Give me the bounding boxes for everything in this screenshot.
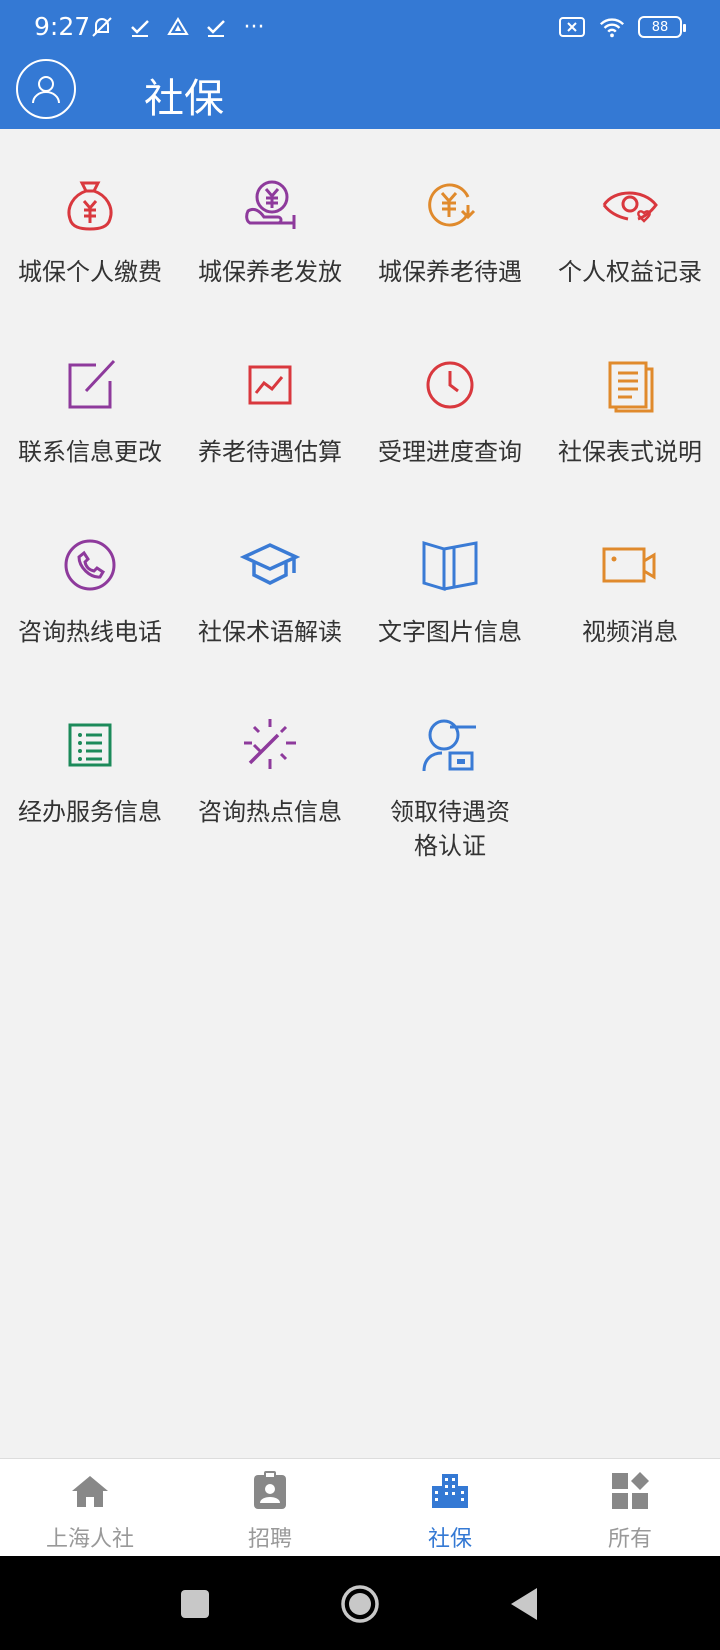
nav-label: 上海人社 [45, 1527, 134, 1552]
nav-item-recruitment[interactable]: 招聘 [180, 1459, 360, 1557]
user-id-icon [420, 715, 480, 775]
system-navigation-bar [0, 1556, 720, 1650]
tile-text-image-info[interactable]: 文字图片信息 [360, 510, 540, 680]
tile-terminology[interactable]: 社保术语解读 [180, 510, 360, 680]
tile-pension-estimate[interactable]: 养老待遇估算 [180, 330, 360, 500]
tile-rights-record[interactable]: 个人权益记录 [540, 150, 720, 320]
graduation-cap-icon [240, 535, 300, 595]
more-icon: ··· [243, 14, 265, 40]
apps-icon [610, 1471, 650, 1511]
status-bar: 9:27 ··· 88 [0, 0, 720, 54]
wifi-icon [598, 13, 626, 41]
check-icon [202, 13, 230, 41]
back-triangle-icon [511, 1588, 537, 1620]
clock-icon [420, 355, 480, 415]
list-icon [60, 715, 120, 775]
profile-avatar-button[interactable] [16, 59, 76, 119]
tile-label: 社保术语解读 [198, 618, 342, 646]
home-icon [70, 1471, 110, 1511]
tile-label: 联系信息更改 [18, 438, 162, 466]
phone-icon [60, 535, 120, 595]
tile-label: 城保养老待遇 [378, 258, 522, 286]
bottom-navigation: 上海人社 招聘 社保 所有 [0, 1458, 720, 1556]
tile-contact-update[interactable]: 联系信息更改 [0, 330, 180, 500]
document-icon [600, 355, 660, 415]
drive-icon [164, 13, 192, 41]
circle-icon [341, 1585, 379, 1623]
tile-label: 受理进度查询 [378, 438, 522, 466]
tile-label: 文字图片信息 [378, 618, 522, 646]
magic-wand-icon [240, 715, 300, 775]
user-icon [32, 76, 60, 104]
tile-label: 城保养老发放 [198, 258, 342, 286]
tile-pension-distribution[interactable]: 城保养老发放 [180, 150, 360, 320]
tile-progress-query[interactable]: 受理进度查询 [360, 330, 540, 500]
tile-hot-topics[interactable]: 咨询热点信息 [180, 690, 360, 860]
tile-qualification-certification[interactable]: 领取待遇资格认证 [360, 690, 540, 890]
check-icon [126, 13, 154, 41]
tile-label: 个人权益记录 [558, 258, 702, 286]
chart-icon [240, 355, 300, 415]
tile-label: 城保个人缴费 [18, 258, 162, 286]
hand-yuan-icon [240, 175, 300, 235]
nav-label: 招聘 [247, 1527, 292, 1552]
tile-personal-payment[interactable]: 城保个人缴费 [0, 150, 180, 320]
nav-label: 社保 [427, 1527, 472, 1552]
nav-item-all[interactable]: 所有 [540, 1459, 720, 1557]
tile-label: 领取待遇资格认证 [390, 798, 510, 860]
book-icon [420, 535, 480, 595]
nav-item-social-security[interactable]: 社保 [360, 1459, 540, 1557]
video-camera-icon [600, 535, 660, 595]
battery-indicator: 88 [638, 16, 686, 38]
tile-label: 咨询热线电话 [18, 618, 162, 646]
tile-form-description[interactable]: 社保表式说明 [540, 330, 720, 500]
recent-apps-button[interactable] [173, 1582, 217, 1626]
tile-label: 视频消息 [582, 618, 678, 646]
tile-label: 社保表式说明 [558, 438, 702, 466]
back-button[interactable] [502, 1582, 546, 1626]
page-title: 社保 [144, 76, 224, 122]
sim-off-icon [558, 13, 586, 41]
badge-icon [250, 1471, 290, 1511]
tile-pension-benefits[interactable]: 城保养老待遇 [360, 150, 540, 320]
tile-label: 经办服务信息 [18, 798, 162, 826]
status-time: 9:27 [34, 12, 91, 41]
eye-heart-icon [600, 175, 660, 235]
app-header: 9:27 ··· 88 社保 [0, 0, 720, 129]
tile-label: 咨询热点信息 [198, 798, 342, 826]
nav-item-home[interactable]: 上海人社 [0, 1459, 180, 1557]
mute-icon [88, 13, 116, 41]
yuan-cycle-icon [420, 175, 480, 235]
tile-video-messages[interactable]: 视频消息 [540, 510, 720, 680]
nav-label: 所有 [607, 1527, 652, 1552]
home-button[interactable] [338, 1582, 382, 1626]
square-icon [181, 1590, 209, 1618]
money-bag-icon [60, 175, 120, 235]
tile-service-info[interactable]: 经办服务信息 [0, 690, 180, 860]
buildings-icon [430, 1471, 470, 1511]
tile-hotline[interactable]: 咨询热线电话 [0, 510, 180, 680]
edit-icon [60, 355, 120, 415]
tile-label: 养老待遇估算 [198, 438, 342, 466]
